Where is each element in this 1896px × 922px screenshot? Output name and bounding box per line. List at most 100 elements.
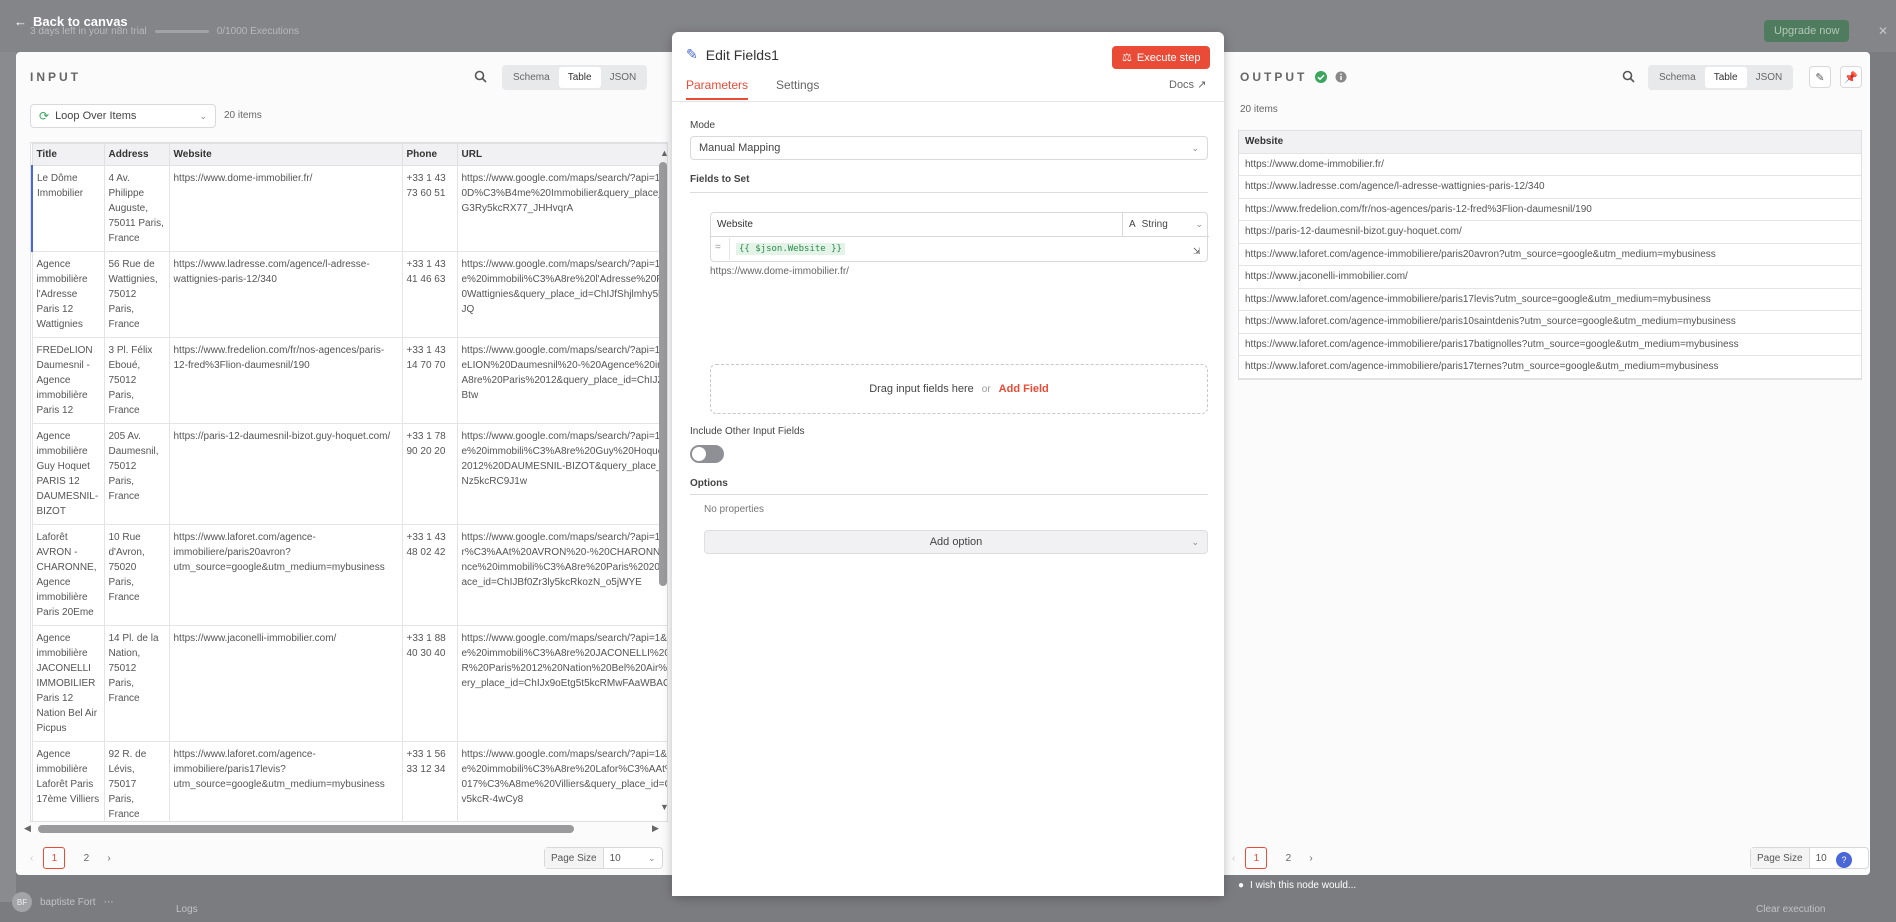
next-page-icon[interactable]: › <box>107 853 110 864</box>
prev-page-icon[interactable]: ‹ <box>30 853 33 864</box>
input-page-size[interactable]: Page Size 10 ⌄ <box>544 847 663 869</box>
logs-label[interactable]: Logs <box>176 904 198 915</box>
table-row: Le Dôme Immobilier 4 Av. Philippe Auguste… <box>31 165 667 252</box>
table-cell: https://www.google.com/maps/search/?api=… <box>456 337 667 424</box>
view-json[interactable]: JSON <box>601 67 646 88</box>
node-tabs: Parameters Settings Docs ↗ <box>672 72 1224 102</box>
table-cell: Agence immobilière Guy Hoquet PARIS 12 D… <box>31 423 105 525</box>
output-pagination: ‹ 1 2 › <box>1232 847 1313 869</box>
trial-progress-bar <box>154 30 209 33</box>
column-header: Title <box>31 143 105 166</box>
chevron-down-icon: ⌄ <box>1191 142 1199 153</box>
table-cell: https://www.google.com/maps/search/?api=… <box>456 524 667 626</box>
view-table[interactable]: Table <box>1704 67 1747 88</box>
search-icon[interactable] <box>1620 68 1636 84</box>
clear-execution-button[interactable]: Clear execution <box>1756 904 1825 915</box>
user-menu[interactable]: BF baptiste Fort ⋯ <box>12 892 114 912</box>
prev-page-icon[interactable]: ‹ <box>1232 853 1235 864</box>
tab-settings[interactable]: Settings <box>776 78 819 92</box>
column-header: URL <box>456 143 667 166</box>
docs-link[interactable]: Docs ↗ <box>1169 78 1206 91</box>
upgrade-button[interactable]: Upgrade now <box>1764 20 1850 42</box>
output-item-count: 20 items <box>1240 104 1278 115</box>
edit-output-button[interactable]: ✎ <box>1809 66 1831 88</box>
more-icon[interactable]: ⋯ <box>104 897 114 908</box>
divider <box>690 192 1208 193</box>
parameters-body: Mode Manual Mapping ⌄ Fields to Set Webs… <box>672 102 1224 896</box>
pin-icon: 📌 <box>1844 71 1858 84</box>
table-cell: 4 Av. Philippe Auguste, 75011 Paris, Fra… <box>103 165 170 252</box>
field-value-expression[interactable]: {{ $json.Website }} <box>729 238 1205 260</box>
scroll-thumb[interactable] <box>659 162 667 586</box>
expand-icon[interactable]: ⇲ <box>1193 246 1201 257</box>
drop-zone[interactable]: Drag input fields here or Add Field <box>710 364 1208 414</box>
input-pagination: ‹ 1 2 › <box>30 847 111 869</box>
table-row: FREDeLION Daumesnil - Agence immobilière… <box>31 337 667 424</box>
executions-count: 0/1000 Executions <box>216 26 300 37</box>
upgrade-label: Upgrade now <box>1774 25 1840 37</box>
node-title[interactable]: Edit Fields1 <box>706 47 779 63</box>
scroll-up-icon[interactable]: ▲ <box>660 148 669 158</box>
add-option-button[interactable]: Add option ⌄ <box>704 530 1208 554</box>
field-preview: https://www.dome-immobilier.fr/ <box>710 266 849 277</box>
view-schema[interactable]: Schema <box>1650 67 1705 88</box>
chat-help-icon[interactable]: ? <box>1836 852 1852 868</box>
table-cell: Agence immobilière l'Adresse Paris 12 Wa… <box>31 251 105 338</box>
expression-text: {{ $json.Website }} <box>736 243 845 255</box>
add-field-button[interactable]: Add Field <box>999 383 1049 395</box>
input-vertical-scrollbar[interactable]: ▲ ▼ <box>656 148 670 816</box>
table-cell: https://www.laforet.com/agence-immobilie… <box>168 524 403 626</box>
chevron-down-icon: ⌄ <box>648 852 656 863</box>
input-node-select[interactable]: ⟳ Loop Over Items ⌄ <box>30 104 216 128</box>
output-header: OUTPUT <box>1240 70 1347 84</box>
view-table[interactable]: Table <box>558 67 601 88</box>
output-title: OUTPUT <box>1240 70 1308 84</box>
list-item: https://www.laforet.com/agence-immobilie… <box>1239 244 1861 266</box>
type-a-icon: A <box>1129 219 1136 230</box>
view-json[interactable]: JSON <box>1747 67 1792 88</box>
scroll-right-icon[interactable]: ▶ <box>652 823 659 834</box>
node-header: ✎ Edit Fields1 <box>686 46 779 63</box>
page-2[interactable]: 2 <box>1277 847 1299 869</box>
output-table: Website https://www.dome-immobilier.fr/h… <box>1238 130 1862 380</box>
view-schema[interactable]: Schema <box>504 67 559 88</box>
table-row: Agence immobilière Guy Hoquet PARIS 12 D… <box>31 423 667 525</box>
add-option-label: Add option <box>929 536 983 548</box>
canvas-sidebar <box>0 52 16 902</box>
page-1[interactable]: 1 <box>43 847 66 869</box>
scroll-thumb-horizontal[interactable] <box>38 825 574 833</box>
docs-label: Docs <box>1169 79 1195 91</box>
page-2[interactable]: 2 <box>75 847 97 869</box>
feedback-link[interactable]: ● I wish this node would... <box>1238 880 1356 891</box>
table-cell: 205 Av. Daumesnil, 75012 Paris, France <box>103 423 170 525</box>
chevron-down-icon: ⌄ <box>1195 219 1203 229</box>
table-cell: https://www.jaconelli-immobilier.com/ <box>168 625 403 742</box>
table-cell: +33 1 88 40 30 40 <box>401 625 458 742</box>
scroll-down-icon[interactable]: ▼ <box>660 802 669 812</box>
scroll-left-icon[interactable]: ◀ <box>24 823 31 834</box>
search-icon[interactable] <box>472 68 488 84</box>
field-type-select[interactable]: A String ⌄ <box>1123 213 1209 237</box>
mode-select[interactable]: Manual Mapping ⌄ <box>690 136 1208 160</box>
tab-parameters[interactable]: Parameters <box>686 78 749 100</box>
info-icon[interactable] <box>1335 71 1347 83</box>
loop-icon: ⟳ <box>39 109 50 123</box>
pencil-icon: ✎ <box>686 46 698 62</box>
column-header: Website <box>168 143 403 166</box>
pin-data-button[interactable]: 📌 <box>1840 66 1862 88</box>
execute-step-button[interactable]: ⚖ Execute step <box>1112 46 1211 69</box>
pencil-icon: ✎ <box>1815 71 1825 84</box>
include-other-fields-toggle[interactable] <box>690 445 724 463</box>
field-name-input[interactable]: Website <box>711 213 1123 237</box>
next-page-icon[interactable]: › <box>1309 853 1312 864</box>
close-icon[interactable]: ✕ <box>1878 24 1888 38</box>
column-header: Address <box>103 143 170 166</box>
fields-to-set-label: Fields to Set <box>690 174 750 185</box>
input-horizontal-scrollbar[interactable]: ◀ ▶ <box>24 822 664 836</box>
field-type-value: String <box>1141 219 1168 230</box>
table-cell: +33 1 43 41 46 63 <box>401 251 458 338</box>
page-1[interactable]: 1 <box>1245 847 1268 869</box>
table-cell: +33 1 43 73 60 51 <box>401 165 458 252</box>
list-item: https://www.laforet.com/agence-immobilie… <box>1239 311 1861 334</box>
user-name: baptiste Fort <box>40 896 96 908</box>
